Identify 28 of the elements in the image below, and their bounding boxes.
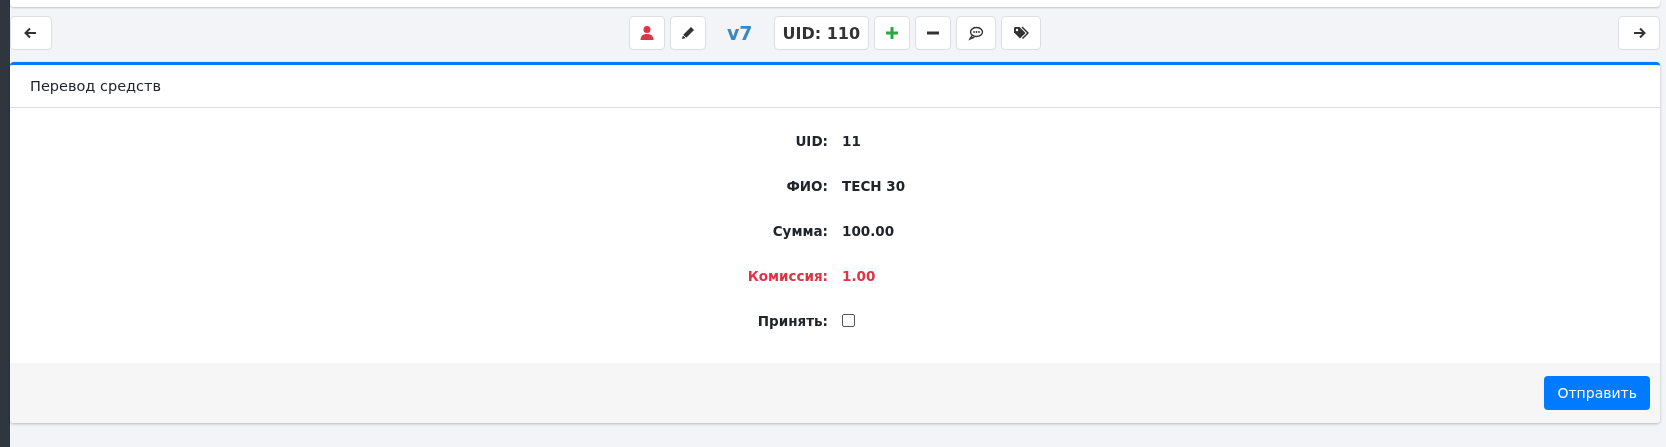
field-value: 11 (842, 131, 861, 151)
field-label: UID: (795, 131, 828, 151)
card-title: Перевод средств (10, 65, 1660, 108)
field-value: 100.00 (842, 221, 895, 241)
field-label: Сумма: (772, 221, 828, 241)
forward-button[interactable] (1618, 16, 1660, 50)
back-button[interactable] (10, 16, 52, 50)
field-label: ФИО: (786, 176, 828, 196)
field-value: 1.00 (842, 266, 876, 286)
add-button[interactable] (874, 16, 911, 50)
field-label: Принять: (757, 311, 828, 331)
tags-button[interactable] (1001, 16, 1042, 50)
user-icon (638, 25, 655, 41)
user-button[interactable] (628, 16, 665, 50)
field-value: TECH 30 (842, 176, 906, 196)
comment-button[interactable] (956, 16, 997, 50)
checkbox[interactable] (842, 314, 855, 327)
pencil-icon (679, 25, 696, 41)
field-label: Комиссия: (747, 266, 828, 286)
uid-button[interactable]: UID: 110 (773, 16, 870, 50)
comment-icon (968, 25, 985, 41)
submit-button[interactable]: Отправить (1544, 376, 1650, 410)
tags-icon (1013, 25, 1030, 41)
edit-button[interactable] (669, 16, 706, 50)
version-label: v7 (725, 22, 754, 44)
arrow-right-icon (1631, 25, 1647, 41)
plus-icon (884, 25, 901, 41)
arrow-left-icon (23, 25, 39, 41)
